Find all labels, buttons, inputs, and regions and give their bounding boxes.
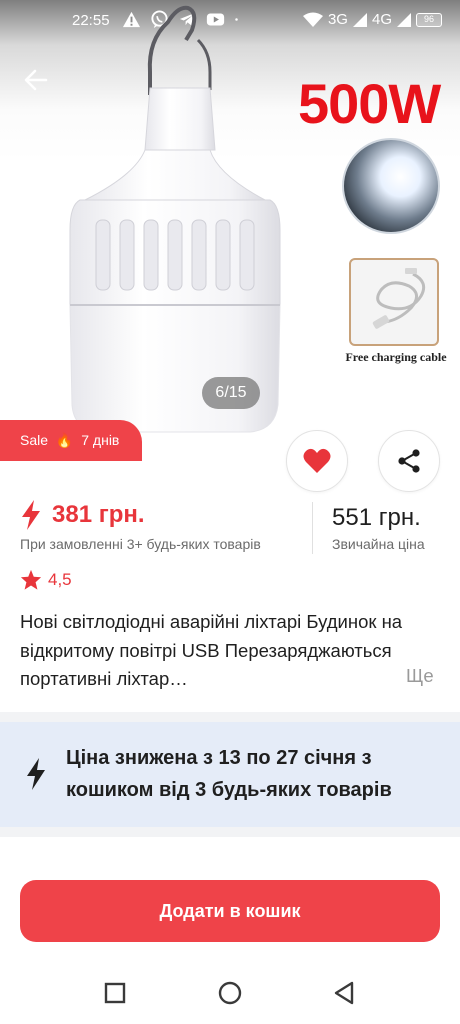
network-3g-label: 3G <box>327 11 348 28</box>
section-divider <box>0 827 460 837</box>
signal-icon <box>397 12 411 27</box>
rating-value: 4,5 <box>48 570 72 589</box>
fire-icon: 🔥 <box>55 432 74 448</box>
back-button[interactable] <box>20 64 52 96</box>
arrow-left-icon <box>24 69 48 91</box>
promo-banner-text: Ціна знижена з 13 по 27 січня з кошиком … <box>66 747 392 801</box>
product-title: Нові світлодіодні аварійні ліхтарі Будин… <box>20 611 403 689</box>
section-divider <box>0 712 460 722</box>
regular-price-label: Звичайна ціна <box>332 536 425 552</box>
cable-caption: Free charging cable <box>345 350 447 364</box>
product-image <box>69 5 281 433</box>
lightning-icon <box>27 758 45 790</box>
sale-duration: 7 днів <box>81 432 120 448</box>
usb-cable-icon <box>372 268 426 329</box>
signal-icon <box>352 12 367 27</box>
image-counter: 6/15 <box>202 377 260 409</box>
share-icon <box>398 449 420 473</box>
lightning-icon <box>22 500 40 530</box>
rating[interactable]: 4,5 <box>20 569 72 591</box>
sale-badge: Sale 🔥 7 днів <box>0 420 142 461</box>
regular-price: 551 грн. <box>332 504 421 531</box>
discounted-price: 381 грн. <box>52 501 145 528</box>
discount-condition: При замовленні 3+ будь-яких товарів <box>20 536 261 552</box>
inset-photo-lit-lamp <box>342 138 440 234</box>
share-button[interactable] <box>378 430 440 492</box>
price-divider <box>312 502 313 554</box>
recent-apps-icon[interactable] <box>100 978 130 1008</box>
inset-photo-cable <box>349 258 439 346</box>
add-to-cart-button[interactable]: Додати в кошик <box>20 880 440 942</box>
promo-watt-label: 500W <box>298 72 441 135</box>
system-nav-bar <box>0 960 460 1024</box>
sale-label: Sale <box>20 432 49 448</box>
star-icon <box>20 569 42 590</box>
network-4g-label: 4G <box>371 11 392 28</box>
read-more-link[interactable]: Ще <box>402 665 434 687</box>
price-block: 381 грн. При замовленні 3+ будь-яких тов… <box>20 500 440 560</box>
product-gallery[interactable]: 22:55 3G 4G 96 500W Free charging cable … <box>0 0 460 460</box>
promo-banner[interactable]: Ціна знижена з 13 по 27 січня з кошиком … <box>0 722 460 827</box>
battery-indicator: 96 <box>416 12 442 27</box>
back-icon[interactable] <box>330 978 360 1008</box>
heart-icon <box>303 448 331 473</box>
wifi-icon <box>302 12 323 27</box>
home-icon[interactable] <box>215 978 245 1008</box>
favorite-button[interactable] <box>286 430 348 492</box>
